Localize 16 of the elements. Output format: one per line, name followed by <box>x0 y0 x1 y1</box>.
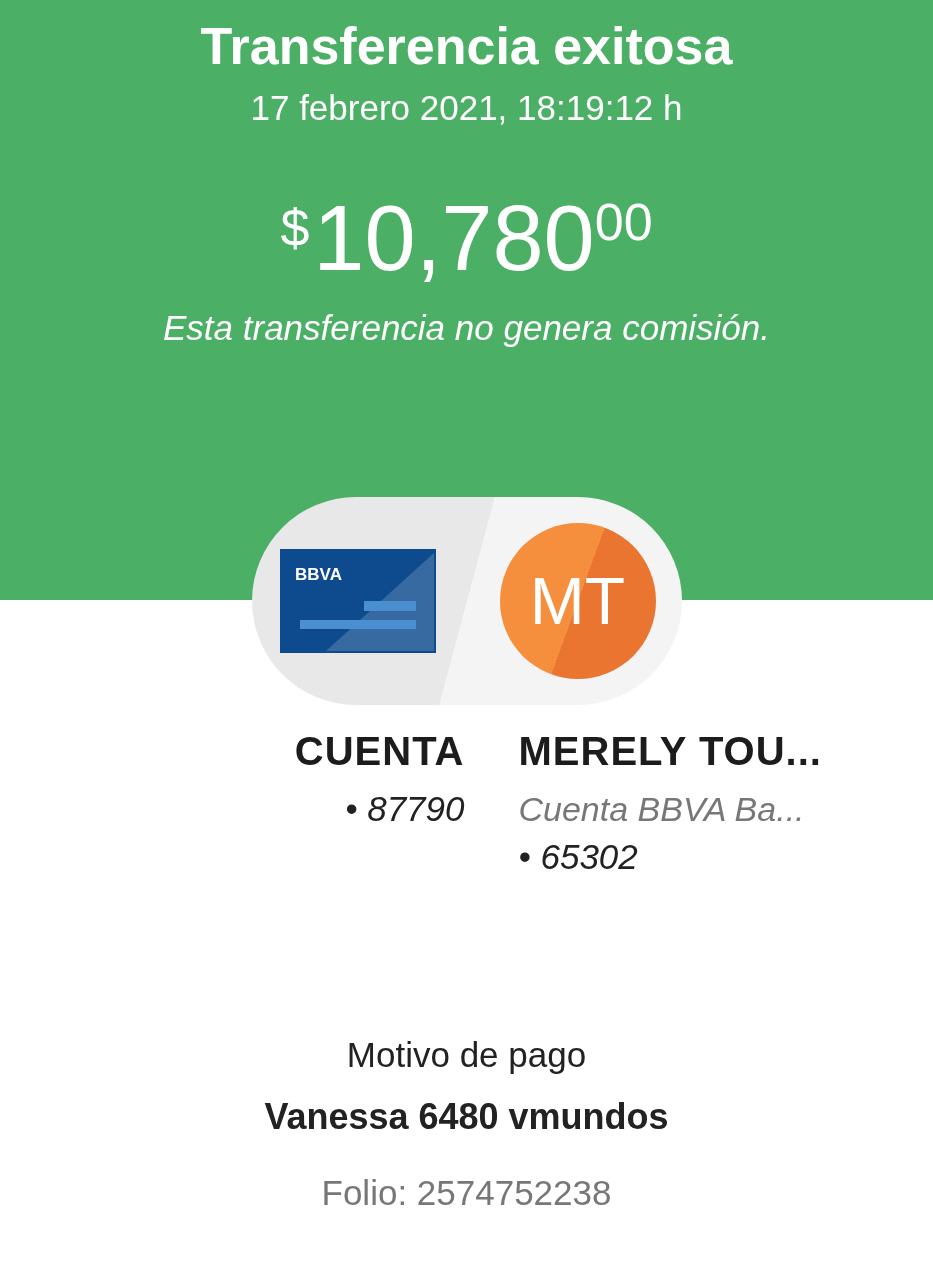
contact-avatar: MT <box>499 523 656 679</box>
commission-note: Esta transferencia no genera comisión. <box>163 307 770 349</box>
origin-account-name: CUENTA <box>294 728 465 775</box>
amount-cents: 00 <box>594 192 653 252</box>
currency-symbol: $ <box>280 198 310 258</box>
account-number: • 65302 <box>518 836 638 878</box>
bank-card-icon: BBVA <box>279 549 436 653</box>
transfer-datetime: 17 febrero 2021, 18:19:12 h <box>250 87 683 129</box>
recipient-bank: Cuenta BBVA Ba... <box>518 789 805 830</box>
account-number: • 87790 <box>345 788 465 830</box>
payment-reason-label: Motivo de pago <box>346 1034 587 1076</box>
amount-value: 10,780 <box>313 188 595 288</box>
screen-title: Transferencia exitosa <box>200 16 733 77</box>
recipient-name: MERELY TOU... <box>518 728 822 775</box>
folio-number: Folio: 2574752238 <box>321 1172 612 1214</box>
payment-reason: Vanessa 6480 vmundos <box>264 1095 669 1139</box>
